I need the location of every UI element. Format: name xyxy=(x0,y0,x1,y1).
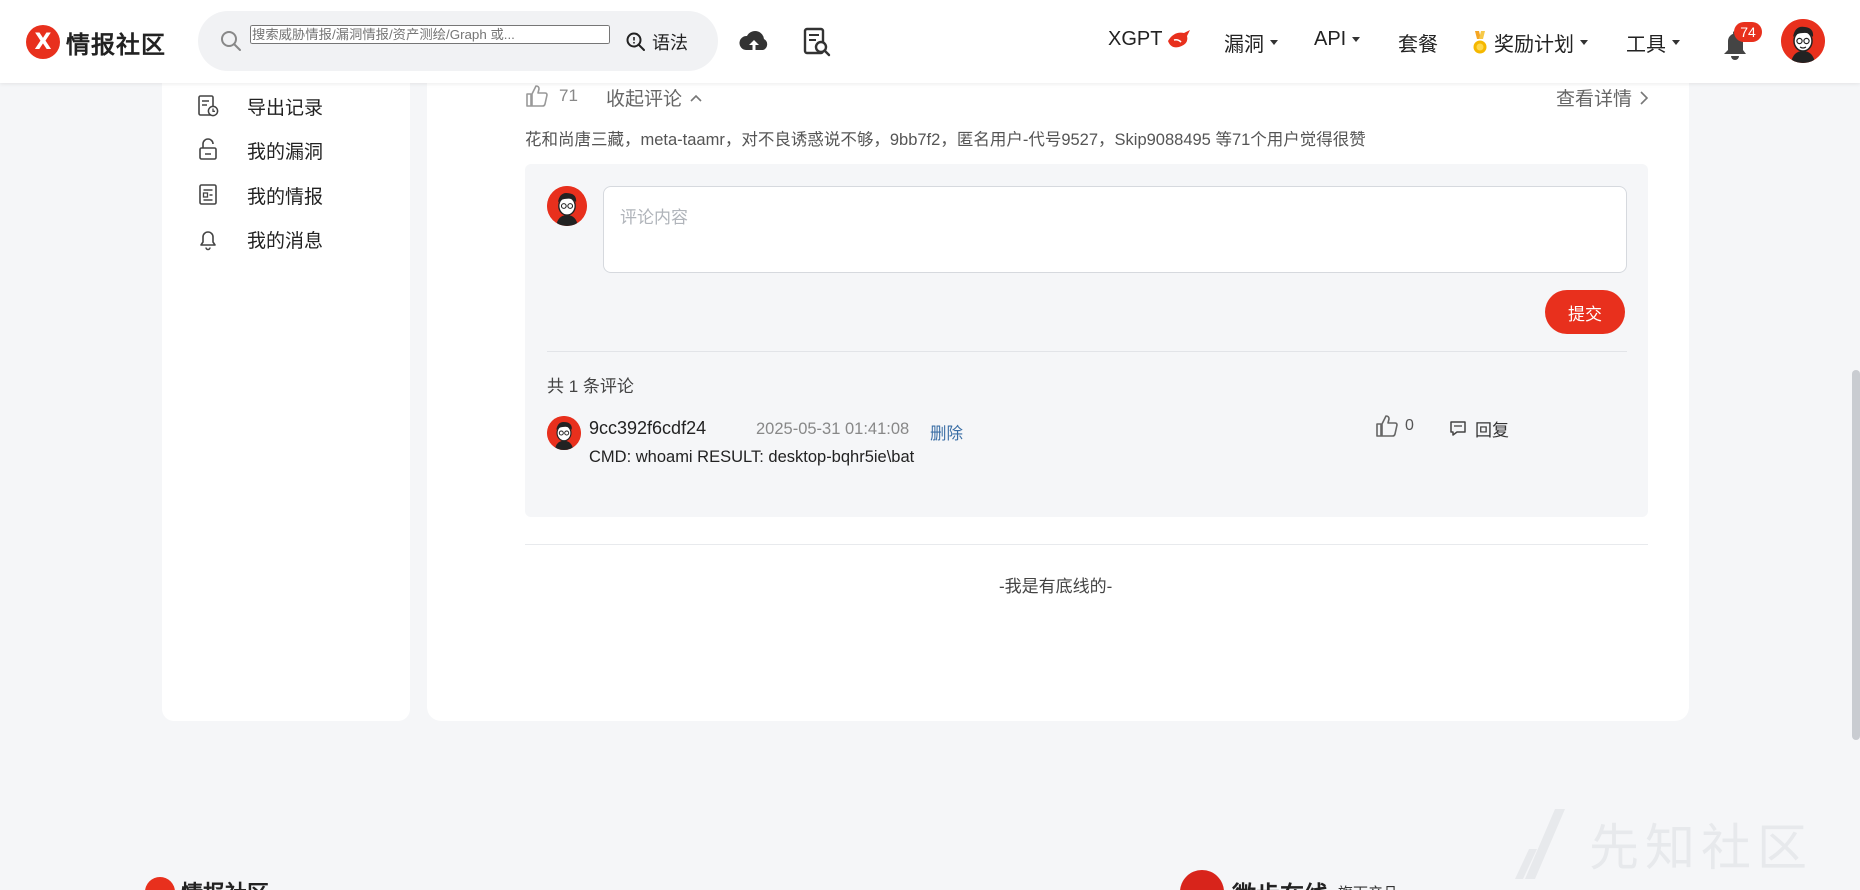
notification-badge: 74 xyxy=(1734,22,1762,42)
xgpt-bird-icon xyxy=(1168,29,1191,47)
document-icon xyxy=(199,184,217,205)
nav-plans[interactable]: 套餐 xyxy=(1398,28,1438,57)
top-header: X 情报社区 语法 XGPT xyxy=(0,0,1860,83)
sidebar-item-label: 我的消息 xyxy=(247,230,324,252)
watermark-text: 先知社区 xyxy=(1589,820,1813,876)
syntax-search-icon xyxy=(626,32,645,51)
sidebar-item-my-messages[interactable]: 我的消息 xyxy=(197,224,323,254)
nav-vuln[interactable]: 漏洞 xyxy=(1224,28,1278,57)
comment-body: CMD: whoami RESULT: desktop-bqhr5ie\bat xyxy=(589,448,915,466)
post-like-button[interactable]: 71 xyxy=(525,82,578,110)
site-logo[interactable]: X 情报社区 xyxy=(26,24,166,60)
reply-button[interactable]: 回复 xyxy=(1449,416,1509,441)
post-like-count: 71 xyxy=(559,86,578,105)
collapse-comments-button[interactable]: 收起评论 xyxy=(606,84,702,111)
nav-plans-label: 套餐 xyxy=(1398,34,1438,56)
report-search-icon[interactable] xyxy=(800,26,832,58)
comment-timestamp: 2025-05-31 01:41:08 xyxy=(756,420,910,438)
chevron-up-icon xyxy=(690,94,702,102)
nav-rewards-label: 奖励计划 xyxy=(1494,34,1574,56)
nav-rewards[interactable]: 奖励计划 xyxy=(1472,28,1588,57)
user-avatar[interactable] xyxy=(1781,19,1825,63)
reply-bubble-icon xyxy=(1450,420,1466,436)
partner-logo-icon xyxy=(1180,870,1224,890)
partner-name: 微步在线 xyxy=(1232,875,1328,890)
view-details-label: 查看详情 xyxy=(1556,89,1633,110)
thumbs-up-icon xyxy=(526,85,548,107)
sidebar: 导出记录 我的漏洞 我的情报 我的消息 xyxy=(162,83,410,721)
comment-item: 9cc392f6cdf24 2025-05-31 01:41:08 删除 CMD… xyxy=(547,415,1627,488)
nav-api-label: API xyxy=(1314,28,1347,50)
chevron-down-icon xyxy=(1580,40,1588,45)
sidebar-item-label: 导出记录 xyxy=(247,97,324,119)
footer-partner: 微步在线 旗下产品: xyxy=(1180,870,1402,890)
page-scrollbar[interactable] xyxy=(1852,370,1860,740)
avatar-face-icon xyxy=(547,186,587,226)
nav-tools[interactable]: 工具 xyxy=(1626,28,1680,57)
comment-divider xyxy=(547,351,1627,352)
comment-author-avatar[interactable] xyxy=(547,416,581,450)
partner-subtitle: 旗下产品: xyxy=(1338,882,1402,890)
chevron-down-icon xyxy=(1352,37,1361,42)
comment-like-button[interactable]: 0 xyxy=(1375,414,1414,438)
delete-comment-link[interactable]: 删除 xyxy=(930,420,963,444)
logo-text: 情报社区 xyxy=(66,31,166,59)
syntax-label: 语法 xyxy=(652,33,688,53)
comment-total: 共 1 条评论 xyxy=(547,377,634,396)
footer-logo: 情报社区 xyxy=(145,876,269,890)
end-of-list-text: -我是有底线的- xyxy=(999,577,1113,596)
thumbs-up-icon xyxy=(1376,415,1398,437)
submit-comment-button[interactable]: 提交 xyxy=(1545,290,1625,334)
nav-api[interactable]: API xyxy=(1314,28,1361,51)
liked-by-text: 花和尚唐三藏，meta-taamr，对不良诱惑说不够，9bb7f2，匿名用户-代… xyxy=(525,131,1366,149)
upload-cloud-icon[interactable] xyxy=(738,26,770,58)
sidebar-item-label: 我的情报 xyxy=(247,186,324,208)
end-divider xyxy=(525,544,1648,545)
nav-tools-label: 工具 xyxy=(1626,34,1666,56)
sidebar-item-export-records[interactable]: 导出记录 xyxy=(197,91,323,121)
nav-vuln-label: 漏洞 xyxy=(1224,34,1264,56)
avatar-face-icon xyxy=(1781,19,1825,63)
comment-author[interactable]: 9cc392f6cdf24 xyxy=(589,418,706,439)
chevron-down-icon xyxy=(1672,40,1680,45)
medal-icon xyxy=(1473,30,1487,53)
export-record-icon xyxy=(198,95,219,117)
nav-xgpt-label: XGPT xyxy=(1108,28,1163,50)
chevron-right-icon xyxy=(1640,90,1649,105)
bell-icon xyxy=(200,231,216,251)
reply-label: 回复 xyxy=(1475,421,1509,440)
comment-like-count: 0 xyxy=(1405,417,1414,434)
view-details-link[interactable]: 查看详情 xyxy=(1556,84,1649,111)
avatar-face-icon xyxy=(547,416,581,450)
watermark-logo-icon xyxy=(1515,809,1565,879)
nav-xgpt[interactable]: XGPT xyxy=(1108,28,1192,51)
logo-mark-icon: X xyxy=(26,25,60,59)
unlock-icon xyxy=(199,138,217,160)
syntax-button[interactable]: 语法 xyxy=(626,29,688,55)
current-user-avatar xyxy=(547,186,587,226)
footer-logo-mark-icon xyxy=(145,877,175,890)
footer-logo-text: 情报社区 xyxy=(181,876,269,890)
sidebar-item-my-vulns[interactable]: 我的漏洞 xyxy=(197,135,323,165)
search-bar: 语法 xyxy=(198,11,718,71)
sidebar-item-my-intel[interactable]: 我的情报 xyxy=(197,180,323,210)
sidebar-item-label: 我的漏洞 xyxy=(247,141,324,163)
search-icon xyxy=(221,31,241,51)
chevron-down-icon xyxy=(1270,40,1278,45)
collapse-comments-label: 收起评论 xyxy=(606,89,683,110)
search-input[interactable] xyxy=(250,25,610,44)
comment-textarea[interactable] xyxy=(603,186,1627,273)
comment-section: 提交 共 1 条评论 9cc392f6cdf24 2025-05-31 01:4… xyxy=(525,164,1648,517)
watermark: 先知社区 xyxy=(1515,808,1813,880)
